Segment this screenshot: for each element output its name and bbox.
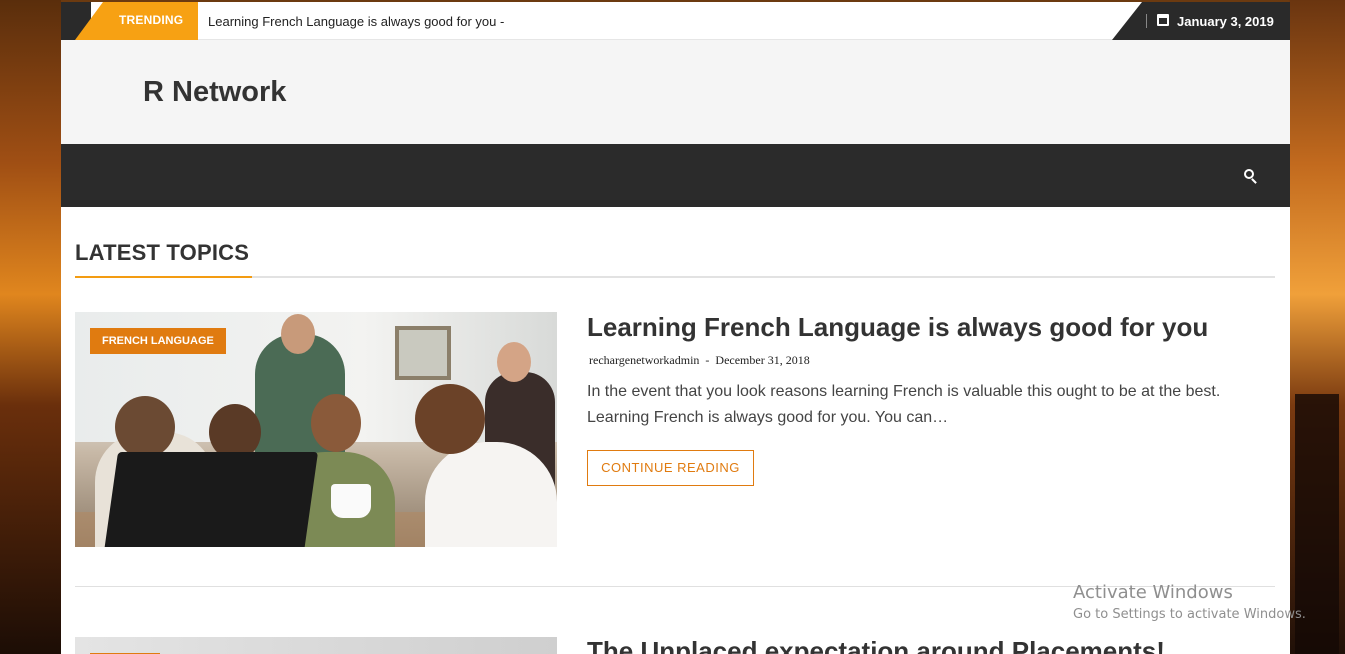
section-divider [75,276,1275,278]
meta-separator: - [705,353,710,367]
photo-laptop [103,452,319,547]
section-divider-accent [75,276,252,278]
top-bar: TRENDING Learning French Language is alw… [61,2,1290,40]
photo-person-head [311,394,361,452]
photo-person [425,442,557,547]
photo-cup [331,484,371,518]
photo-picture-frame [395,326,451,380]
post-meta: rechargenetworkadmin - December 31, 2018 [589,353,810,368]
post-excerpt: In the event that you look reasons learn… [587,383,1221,426]
website-page: TRENDING Learning French Language is alw… [61,2,1290,654]
post-thumbnail[interactable] [75,637,557,654]
photo-person-head [281,314,315,354]
post-title-link[interactable]: Learning French Language is always good … [587,312,1208,343]
site-header: R Network [61,40,1290,144]
search-icon-handle [1251,178,1257,184]
main-navigation [61,144,1290,207]
category-badge[interactable]: FRENCH LANGUAGE [90,328,226,354]
watermark-subtitle: Go to Settings to activate Windows. [1073,607,1306,622]
photo-person-head [115,396,175,458]
post-title-link[interactable]: The Unplaced expectation around Placemen… [587,636,1165,654]
post-author-link[interactable]: rechargenetworkadmin [589,353,699,367]
watermark-title: Activate Windows [1073,582,1233,603]
trending-ticker-link[interactable]: Learning French Language is always good … [208,14,504,29]
desktop-background-right [1289,0,1345,654]
windows-activation-watermark: Activate Windows Go to Settings to activ… [1073,582,1306,622]
trending-label: TRENDING [119,13,184,27]
continue-reading-button[interactable]: CONTINUE READING [587,450,754,486]
section-title: LATEST TOPICS [75,240,250,265]
current-date: January 3, 2019 [1177,14,1274,29]
search-button[interactable] [1241,166,1261,186]
post-date-link[interactable]: December 31, 2018 [715,353,809,367]
site-title-link[interactable]: R Network [143,76,286,109]
calendar-icon [1157,14,1169,26]
desktop-background-left [0,0,61,654]
photo-person-head [415,384,485,454]
date-divider [1146,14,1147,28]
photo-person-head [497,342,531,382]
